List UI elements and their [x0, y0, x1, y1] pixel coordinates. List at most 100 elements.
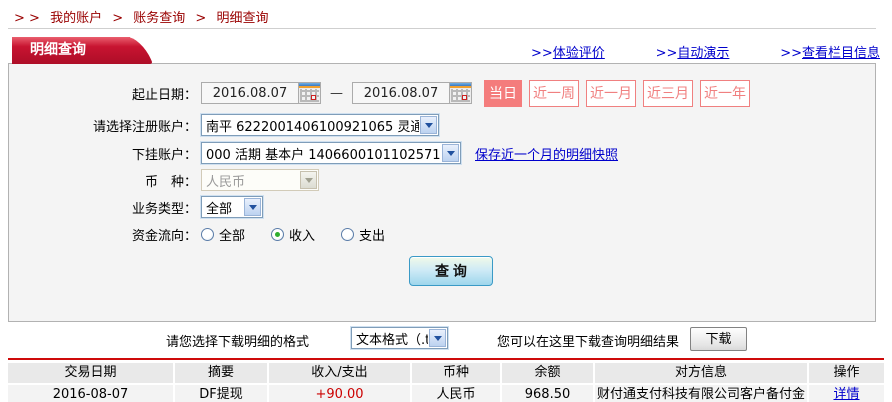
calendar-icon-grid: [300, 89, 319, 102]
header-counterparty: 对方信息: [595, 363, 807, 383]
link-prefix: >>: [656, 46, 678, 61]
quick-button-today[interactable]: 当日: [484, 80, 522, 107]
download-format-value: 文本格式（.txt）: [352, 329, 428, 348]
currency-row: 币 种： 人民币: [9, 167, 875, 193]
radio-circle-icon: [201, 228, 214, 241]
currency-value: 人民币: [202, 171, 299, 190]
header-income-expense: 收入/支出: [269, 363, 410, 383]
save-snapshot-link[interactable]: 保存近一个月的明细快照: [475, 144, 618, 163]
query-form-panel: 起止日期： — 当日 近一周 近一月 近三月 近一年: [8, 63, 876, 322]
date-range-label: 起止日期：: [9, 84, 197, 103]
breadcrumb: > > 我的账户 > 账务查询 > 明细查询: [14, 7, 268, 26]
date-separator: —: [330, 86, 343, 101]
register-account-label: 请选择注册账户：: [9, 116, 197, 135]
results-table: 交易日期 摘要 收入/支出 币种 余额 对方信息 操作 2016-08-07 D…: [8, 358, 884, 402]
breadcrumb-prefix: > >: [14, 11, 40, 26]
calendar-icon-top: [299, 83, 320, 88]
date-range-row: 起止日期： — 当日 近一周 近一月 近三月 近一年: [9, 80, 875, 106]
chevron-down-icon: [442, 144, 459, 162]
link-label: 查看栏目信息: [802, 46, 880, 61]
link-prefix: >>: [531, 46, 553, 61]
register-account-field: 南平 6222001406100921065 灵通卡: [201, 114, 439, 136]
sub-account-field: 000 活期 基本户 1406600101102571848 保存近一个月的明细…: [201, 142, 618, 164]
download-row: 请您选择下载明细的格式 文本格式（.txt） 您可以在这里下载查询明细结果 下载: [0, 326, 892, 354]
chevron-down-icon: [420, 116, 437, 134]
radio-label: 收入: [289, 225, 315, 244]
table-header-row: 交易日期 摘要 收入/支出 币种 余额 对方信息 操作: [8, 363, 884, 383]
chevron-down-icon: [244, 198, 261, 216]
query-button[interactable]: 查 询: [409, 256, 493, 286]
cell-summary: DF提现: [175, 385, 267, 402]
sub-account-select[interactable]: 000 活期 基本户 1406600101102571848: [201, 142, 461, 164]
start-date-input[interactable]: [202, 83, 298, 103]
radio-all[interactable]: 全部: [201, 225, 245, 244]
sub-account-label: 下挂账户：: [9, 144, 197, 163]
chevron-down-icon: [429, 329, 446, 347]
detail-query-page: > > 我的账户 > 账务查询 > 明细查询 明细查询 >>体验评价 >>自动演…: [0, 0, 892, 402]
register-account-row: 请选择注册账户： 南平 6222001406100921065 灵通卡: [9, 112, 875, 138]
currency-label: 币 种：: [9, 171, 197, 190]
cell-currency: 人民币: [412, 385, 500, 402]
quick-button-last-year[interactable]: 近一年: [700, 80, 750, 107]
calendar-icon-today-mark: [311, 95, 316, 100]
download-hint: 您可以在这里下载查询明细结果: [497, 331, 679, 350]
sub-account-value: 000 活期 基本户 1406600101102571848: [202, 144, 441, 163]
end-date-group: [352, 82, 472, 104]
link-label: 自动演示: [677, 46, 729, 61]
breadcrumb-item-account-query[interactable]: 账务查询: [133, 11, 185, 26]
header-currency: 币种: [412, 363, 500, 383]
register-account-select[interactable]: 南平 6222001406100921065 灵通卡: [201, 114, 439, 136]
link-auto-demo[interactable]: >>自动演示: [656, 42, 730, 61]
quick-button-last-week[interactable]: 近一周: [529, 80, 579, 107]
breadcrumb-item-my-account[interactable]: 我的账户: [50, 11, 102, 26]
header-action: 操作: [809, 363, 884, 383]
flow-direction-options: 全部 收入 支出: [201, 225, 385, 244]
cell-trade-date: 2016-08-07: [8, 385, 173, 402]
business-type-select[interactable]: 全部: [201, 196, 263, 218]
breadcrumb-separator: >: [195, 11, 206, 26]
cell-counterparty: 财付通支付科技有限公司客户备付金: [595, 385, 807, 402]
breadcrumb-item-detail-query[interactable]: 明细查询: [216, 11, 268, 26]
calendar-icon-grid: [451, 89, 470, 102]
register-account-value: 南平 6222001406100921065 灵通卡: [202, 116, 419, 135]
business-type-label: 业务类型：: [9, 198, 197, 217]
radio-circle-icon: [341, 228, 354, 241]
breadcrumb-separator: >: [112, 11, 123, 26]
start-date-group: [201, 82, 321, 104]
quick-range-buttons: 当日 近一周 近一月 近三月 近一年: [484, 80, 750, 107]
tab-detail-query[interactable]: 明细查询: [12, 37, 130, 64]
sub-account-row: 下挂账户： 000 活期 基本户 1406600101102571848 保存近…: [9, 140, 875, 166]
radio-expense[interactable]: 支出: [341, 225, 385, 244]
download-button[interactable]: 下载: [690, 327, 747, 351]
calendar-icon-today-mark: [462, 95, 467, 100]
cell-action: 详情: [809, 385, 884, 402]
flow-direction-label: 资金流向：: [9, 225, 197, 244]
link-label: 体验评价: [553, 46, 605, 61]
radio-circle-icon: [271, 228, 284, 241]
business-type-field: 全部: [201, 196, 263, 218]
cell-amount: +90.00: [269, 385, 410, 402]
currency-field: 人民币: [201, 169, 319, 191]
header-balance: 余额: [502, 363, 593, 383]
radio-label: 全部: [219, 225, 245, 244]
flow-direction-row: 资金流向： 全部 收入 支出: [9, 221, 875, 247]
business-type-row: 业务类型： 全部: [9, 194, 875, 220]
table-top-rule: [8, 358, 884, 360]
date-range-fields: — 当日 近一周 近一月 近三月 近一年: [201, 80, 750, 107]
chevron-down-icon: [300, 171, 317, 189]
link-view-column-info[interactable]: >>查看栏目信息: [780, 42, 880, 61]
quick-button-last-3-months[interactable]: 近三月: [643, 80, 693, 107]
radio-income[interactable]: 收入: [271, 225, 315, 244]
calendar-icon[interactable]: [298, 83, 320, 103]
breadcrumb-divider: [8, 28, 876, 29]
calendar-icon[interactable]: [449, 83, 471, 103]
end-date-input[interactable]: [353, 83, 449, 103]
header-summary: 摘要: [175, 363, 267, 383]
link-experience-review[interactable]: >>体验评价: [531, 42, 605, 61]
quick-button-last-month[interactable]: 近一月: [586, 80, 636, 107]
header-links: >>体验评价 >>自动演示 >>查看栏目信息: [531, 42, 880, 61]
cell-balance: 968.50: [502, 385, 593, 402]
radio-label: 支出: [359, 225, 385, 244]
detail-link[interactable]: 详情: [833, 387, 859, 402]
download-format-select[interactable]: 文本格式（.txt）: [351, 327, 448, 349]
